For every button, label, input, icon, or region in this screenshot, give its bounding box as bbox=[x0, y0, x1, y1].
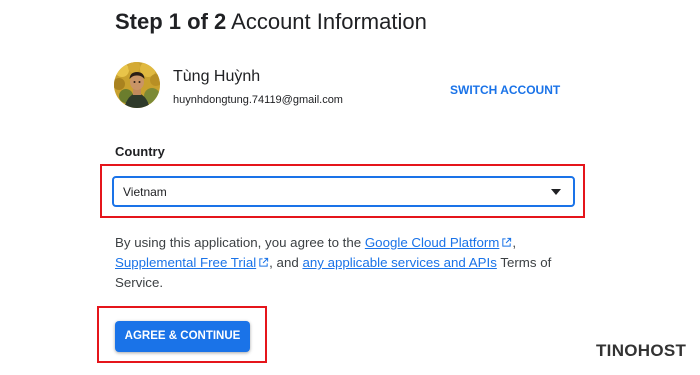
external-link-icon bbox=[259, 257, 269, 267]
country-select[interactable]: Vietnam bbox=[112, 176, 575, 207]
avatar bbox=[114, 62, 160, 108]
country-label: Country bbox=[115, 144, 165, 159]
gcp-terms-link[interactable]: Google Cloud Platform bbox=[365, 235, 500, 250]
account-email: huynhdongtung.74119@gmail.com bbox=[173, 94, 343, 106]
terms-sep-1: , bbox=[512, 235, 517, 250]
page-heading: Account Information bbox=[231, 9, 427, 34]
services-apis-terms-link[interactable]: any applicable services and APIs bbox=[302, 255, 496, 270]
external-link-icon bbox=[502, 237, 512, 247]
step-indicator: Step 1 of 2 bbox=[115, 9, 227, 34]
page-title: Step 1 of 2 Account Information bbox=[115, 8, 427, 36]
avatar-image bbox=[114, 62, 160, 108]
terms-prefix: By using this application, you agree to … bbox=[115, 235, 365, 250]
agree-continue-button[interactable]: AGREE & CONTINUE bbox=[115, 321, 250, 352]
free-trial-terms-link[interactable]: Supplemental Free Trial bbox=[115, 255, 256, 270]
watermark-logo: TINOHOST bbox=[596, 341, 687, 360]
terms-text: By using this application, you agree to … bbox=[115, 233, 595, 293]
account-name: Tùng Huỳnh bbox=[173, 68, 261, 85]
terms-sep-2: , and bbox=[269, 255, 303, 270]
dropdown-arrow-icon bbox=[551, 189, 561, 195]
switch-account-button[interactable]: SWITCH ACCOUNT bbox=[450, 82, 560, 98]
country-select-value: Vietnam bbox=[123, 185, 167, 199]
